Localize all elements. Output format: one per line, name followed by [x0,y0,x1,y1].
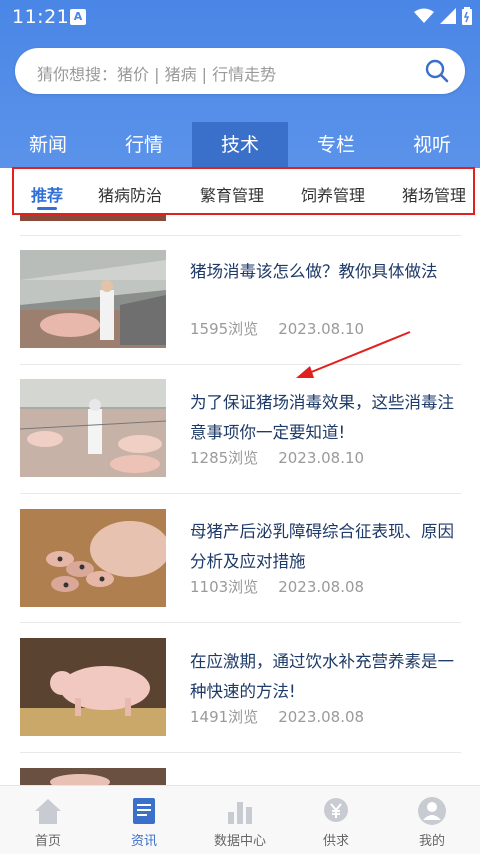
view-count: 1285浏览 [190,449,259,467]
nav-supply-demand[interactable]: 供求 [288,786,384,854]
publish-date: 2023.08.08 [278,578,365,596]
search-bar[interactable]: 猜你想搜：猪价 | 猪病 | 行情走势 [15,48,465,94]
subtab-feeding[interactable]: 饲养管理 [301,182,365,206]
nav-label: 数据中心 [213,834,266,849]
nav-profile[interactable]: 我的 [384,786,480,854]
search-placeholder: 猜你想搜：猪价 | 猪病 | 行情走势 [37,65,277,84]
wifi-icon [414,8,434,23]
nav-data-center[interactable]: 数据中心 [192,786,288,854]
notification-a-icon: A [70,9,86,25]
nav-label: 我的 [418,834,445,849]
status-bar: 11:21 A [0,0,480,34]
view-count: 1103浏览 [190,578,259,596]
nav-label: 首页 [34,834,61,849]
tab-column[interactable]: 专栏 [288,122,384,168]
battery-icon [462,7,472,25]
article-thumbnail[interactable] [20,509,166,607]
tab-news[interactable]: 新闻 [0,122,96,168]
subtab-farm-management[interactable]: 猪场管理 [402,182,466,206]
tab-video[interactable]: 视听 [384,122,480,168]
article-thumbnail[interactable] [20,250,166,348]
nav-label: 供求 [322,834,349,849]
view-count: 1491浏览 [190,708,259,726]
view-count: 1595浏览 [190,320,259,338]
article-thumbnail[interactable] [20,638,166,736]
article-title[interactable]: 猪场消毒该怎么做？教你具体做法 [190,257,468,287]
divider [20,752,461,753]
yen-icon [324,798,348,822]
article-title[interactable]: 为了保证猪场消毒效果，这些消毒注意事项你一定要知道! [190,388,468,448]
article-meta: 1103浏览 2023.08.08 [190,576,364,597]
article-meta: 1285浏览 2023.08.10 [190,447,364,468]
main-tabs: 新闻 行情 技术 专栏 视听 [0,122,480,168]
publish-date: 2023.08.08 [278,708,365,726]
bottom-navigation: 首页 资讯 数据中心 供求 我的 [0,785,480,854]
tab-technology[interactable]: 技术 [192,122,288,168]
nav-home[interactable]: 首页 [0,786,96,854]
article-thumbnail[interactable] [20,768,166,785]
article-meta: 1491浏览 2023.08.08 [190,706,364,727]
publish-date: 2023.08.10 [278,449,365,467]
divider [20,622,461,623]
article-title[interactable]: 母猪产后泌乳障碍综合征表现、原因分析及应对措施 [190,517,468,577]
nav-news[interactable]: 资讯 [96,786,192,854]
home-icon [35,799,61,824]
status-time: 11:21 [12,6,70,28]
nav-label: 资讯 [130,834,157,849]
subtab-active-indicator [37,207,57,210]
tab-market[interactable]: 行情 [96,122,192,168]
search-icon[interactable] [425,59,449,83]
article-thumbnail[interactable] [20,379,166,477]
subtab-breeding[interactable]: 繁育管理 [200,182,264,206]
news-icon [133,798,155,824]
subtab-disease-prevention[interactable]: 猪病防治 [98,182,162,206]
user-icon [418,797,446,825]
divider [20,235,461,236]
chart-icon [228,802,252,824]
subtab-recommended[interactable]: 推荐 [31,182,63,206]
divider [20,493,461,494]
article-title[interactable]: 在应激期，通过饮水补充营养素是一种快速的方法! [190,647,468,707]
annotation-arrow-icon [296,331,411,378]
previous-article-thumbnail[interactable] [20,215,166,221]
sub-tabs: 推荐 猪病防治 繁育管理 饲养管理 猪场管理 [12,167,475,215]
signal-icon [440,8,456,24]
